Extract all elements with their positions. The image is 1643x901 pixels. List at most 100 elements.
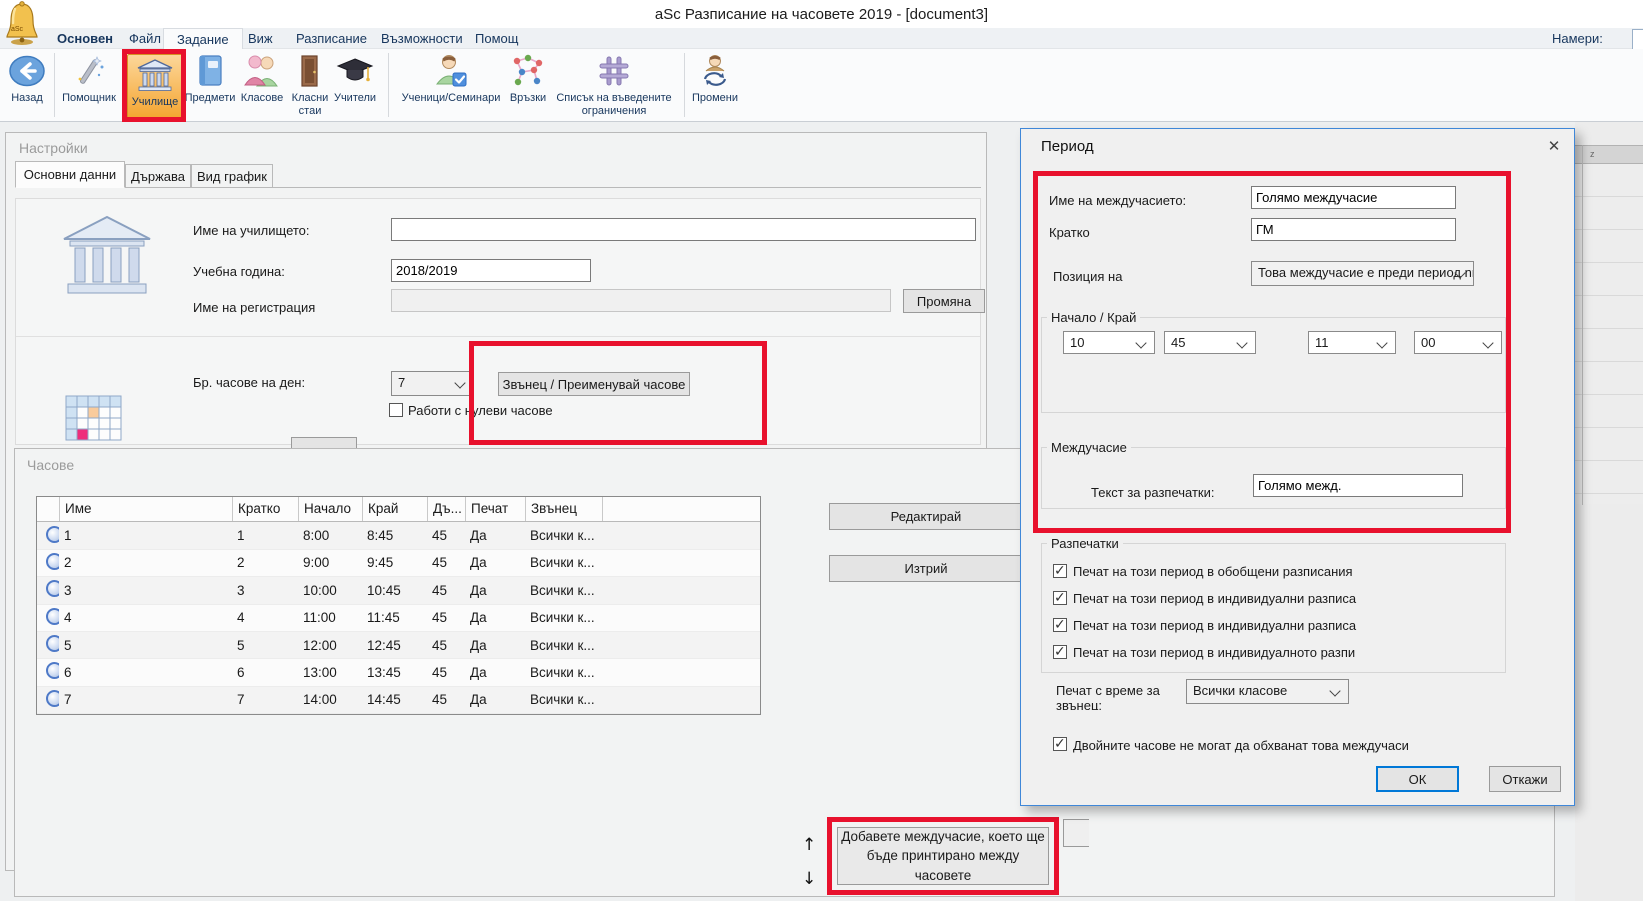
tabs-divider: [15, 187, 981, 188]
tab-basic-data-label: Основни данни: [24, 167, 116, 182]
bell-rename-button[interactable]: Звънец / Преименувай часове: [498, 372, 690, 396]
add-break-button[interactable]: Добавете междучасие, което ще бъде принт…: [837, 827, 1049, 885]
toolbar-button-classrooms[interactable]: Класни стаи: [288, 51, 332, 120]
end-hour-combo[interactable]: 11: [1308, 331, 1396, 354]
check-icon: ✓: [1054, 735, 1066, 752]
table-row[interactable]: 3 3 10:00 10:45 45 Да Всички к...: [37, 577, 760, 604]
cell-end: 8:45: [362, 528, 427, 543]
calendar-grid-icon: [65, 395, 123, 446]
move-up-arrow[interactable]: ↑: [802, 835, 816, 855]
cancel-button[interactable]: Откажи: [1489, 766, 1561, 792]
printout-checkbox-1[interactable]: ✓: [1053, 564, 1067, 578]
print-text-input[interactable]: [1253, 474, 1463, 497]
cell-print: Да: [465, 555, 525, 570]
tab-vizh[interactable]: Виж: [235, 28, 286, 49]
move-down-arrow[interactable]: ↓: [802, 869, 816, 889]
cell-end: 9:45: [362, 555, 427, 570]
position-combo[interactable]: Това междучасие е преди период nr: [1251, 261, 1474, 286]
background-grid-column-label: z: [1590, 149, 1595, 159]
school-year-input[interactable]: [391, 259, 591, 282]
background-grid-divider: [1582, 145, 1583, 505]
tab-osnoven[interactable]: Основен: [44, 28, 126, 49]
table-row[interactable]: 5 5 12:00 12:45 45 Да Всички к...: [37, 632, 760, 659]
toolbar-button-label: Класни стаи: [288, 92, 332, 117]
background-grid-header: [1575, 145, 1643, 164]
start-hour-value: 10: [1070, 335, 1084, 350]
chevron-down-icon: [1329, 685, 1340, 696]
asc-bell-logo[interactable]: aSc: [3, 1, 41, 50]
ribbon-toolbar: Назад Помощник Училище Предмети Класове: [0, 49, 1643, 122]
periods-per-day-combo[interactable]: 7: [391, 371, 474, 396]
toolbar-button-teachers[interactable]: Учители: [332, 51, 378, 120]
hours-table-header[interactable]: Име Кратко Начало Край Дъ... Печат Звъне…: [37, 497, 760, 522]
toolbar-button-label: Учители: [334, 92, 376, 105]
table-row[interactable]: 1 1 8:00 8:45 45 Да Всички к...: [37, 522, 760, 549]
toolbar-button-constraints-list[interactable]: Списък на въведените ограничения: [550, 51, 678, 120]
table-row[interactable]: 2 2 9:00 9:45 45 Да Всички к...: [37, 550, 760, 577]
printout-checkbox-2[interactable]: ✓: [1053, 591, 1067, 605]
break-group-label: Междучасие: [1047, 440, 1131, 455]
tab-zadanie[interactable]: Задание: [163, 28, 243, 51]
toolbar-button-label: Помощник: [62, 92, 116, 105]
end-minute-combo[interactable]: 00: [1414, 331, 1502, 354]
tab-schedule-type[interactable]: Вид график: [191, 164, 273, 188]
table-row[interactable]: 6 6 13:00 13:45 45 Да Всички к...: [37, 659, 760, 686]
printout-checkbox-4-label: Печат на този период в индивидуалното ра…: [1073, 645, 1481, 660]
tab-fail-label: Файл: [129, 31, 161, 46]
find-input[interactable]: [1632, 29, 1643, 50]
tab-vazmozhnosti[interactable]: Възможности: [368, 28, 476, 49]
settings-window-title: Настройки: [19, 140, 88, 156]
ribbon-tab-row: Основен Файл Задание Виж Разписание Възм…: [0, 28, 1643, 49]
toolbar-button-assistant[interactable]: Помощник: [58, 51, 120, 120]
edit-button[interactable]: Редактирай: [829, 503, 1023, 530]
tab-razpisanie[interactable]: Разписание: [283, 28, 380, 49]
table-row[interactable]: 7 7 14:00 14:45 45 Да Всички к...: [37, 687, 760, 714]
header-short[interactable]: Кратко: [232, 497, 298, 521]
find-label: Намери:: [1552, 31, 1603, 46]
header-end[interactable]: Край: [362, 497, 427, 521]
break-name-label: Име на междучасието:: [1049, 193, 1186, 208]
change-button-label: Промяна: [917, 294, 971, 309]
header-length[interactable]: Дъ...: [427, 497, 465, 521]
printout-checkbox-3[interactable]: ✓: [1053, 618, 1067, 632]
toolbar-button-back[interactable]: Назад: [4, 51, 50, 120]
period-dialog: Период ✕ Име на междучасието: Кратко Поз…: [1020, 128, 1575, 806]
bell-time-label: Печат с време за звънец:: [1056, 683, 1178, 710]
hours-table[interactable]: Име Кратко Начало Край Дъ... Печат Звъне…: [36, 496, 761, 715]
settings-panel-divider: [16, 336, 980, 337]
header-start[interactable]: Начало: [298, 497, 362, 521]
ok-button[interactable]: ОК: [1376, 766, 1459, 792]
header-print[interactable]: Печат: [465, 497, 525, 521]
toolbar-button-students-seminars[interactable]: Ученици/Семинари: [396, 51, 506, 120]
table-row[interactable]: 4 4 11:00 11:45 45 Да Всички к...: [37, 605, 760, 632]
tab-country[interactable]: Държава: [125, 164, 191, 188]
constraints-grid-icon: [596, 51, 632, 91]
toolbar-button-changes[interactable]: Промени: [690, 51, 740, 120]
bell-time-combo[interactable]: Всички класове: [1186, 679, 1349, 704]
start-minute-combo[interactable]: 45: [1164, 331, 1256, 354]
toolbar-button-subjects[interactable]: Предмети: [184, 51, 236, 120]
zero-periods-checkbox[interactable]: [389, 403, 403, 417]
delete-button-label: Изтрий: [904, 561, 947, 576]
school-name-input[interactable]: [391, 218, 976, 241]
header-name[interactable]: Име: [59, 497, 232, 521]
toolbar-button-school[interactable]: Училище: [127, 54, 183, 120]
printout-checkbox-3-label: Печат на този период в индивидуални разп…: [1073, 618, 1481, 633]
tab-basic-data[interactable]: Основни данни: [15, 161, 125, 188]
delete-button[interactable]: Изтрий: [829, 555, 1023, 582]
chevron-down-icon: [1135, 337, 1146, 348]
start-hour-combo[interactable]: 10: [1063, 331, 1155, 354]
cell-print: Да: [465, 528, 525, 543]
header-bell[interactable]: Звънец: [525, 497, 602, 521]
printout-checkbox-4[interactable]: ✓: [1053, 645, 1067, 659]
toolbar-button-classes[interactable]: Класове: [238, 51, 286, 120]
cell-length: 45: [427, 638, 465, 653]
break-short-input[interactable]: [1251, 218, 1456, 241]
close-icon[interactable]: ✕: [1541, 135, 1567, 159]
double-periods-checkbox[interactable]: ✓: [1053, 737, 1067, 751]
break-name-input[interactable]: [1251, 186, 1456, 209]
tab-pomosht[interactable]: Помощ: [462, 28, 531, 49]
cell-length: 45: [427, 692, 465, 707]
toolbar-button-links[interactable]: Връзки: [508, 51, 548, 120]
change-button[interactable]: Промяна: [903, 289, 985, 313]
